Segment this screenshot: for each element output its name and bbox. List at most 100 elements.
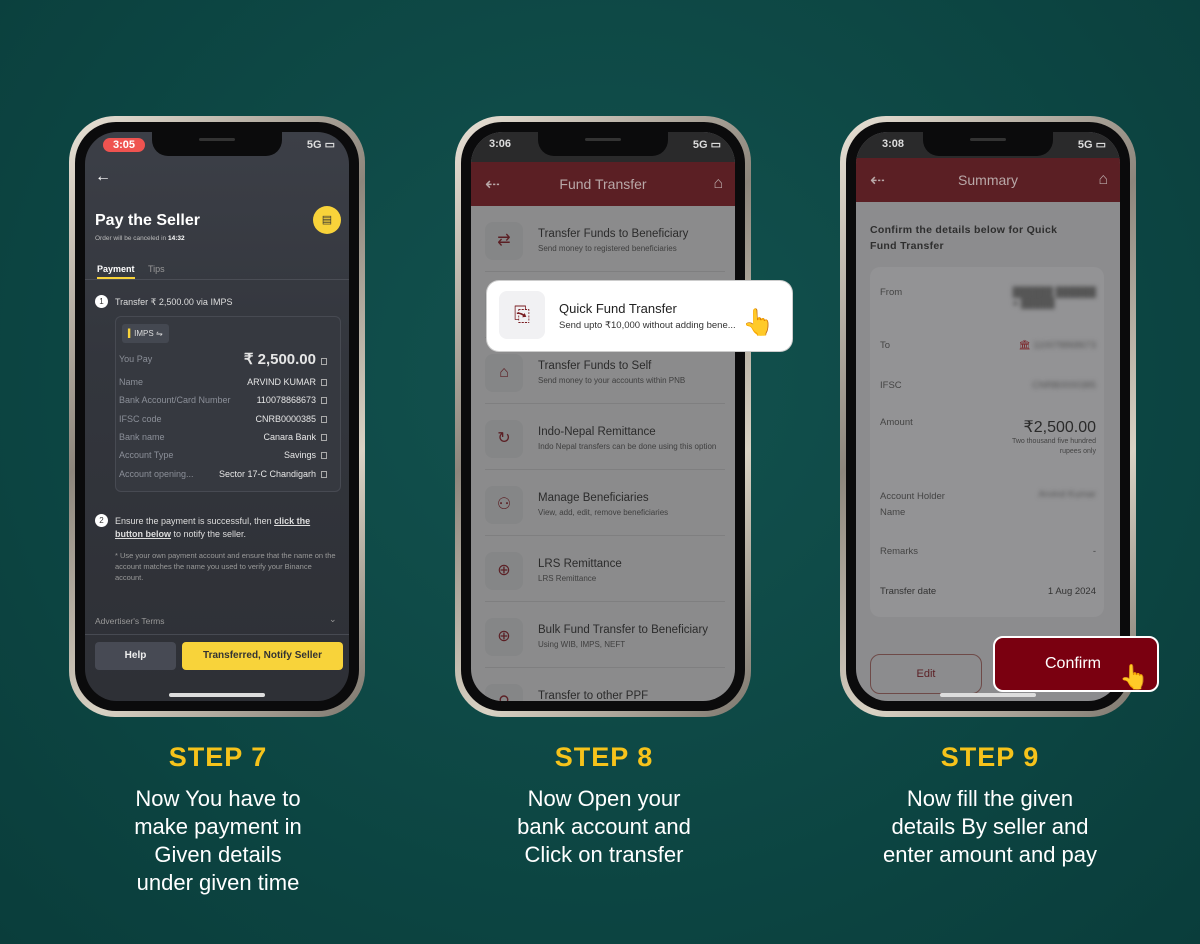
back-arrow-icon[interactable]: ⇠ — [870, 158, 885, 202]
quick-transfer-icon: ⎘ — [499, 291, 545, 339]
item-title: Manage Beneficiaries — [538, 492, 649, 504]
detail-value[interactable]: CNRB0000385 — [255, 414, 327, 424]
back-arrow-icon[interactable]: ← — [95, 168, 111, 186]
detail-row: Account Type Savings — [119, 450, 327, 460]
step-2-badge: 2 — [95, 514, 108, 527]
menu-item[interactable]: ⚇ Manage Beneficiaries View, add, edit, re… — [485, 480, 725, 536]
item-subtitle: Send upto ₹10,000 without adding bene... — [559, 320, 736, 331]
amount-row: Amount ₹2,500.00 Two thousand five hundred… — [880, 417, 1096, 455]
step-title: STEP 7 — [168, 742, 268, 772]
phone-step9: 3:08 5G ▭ ⇠ Summary ⌂ Confirm the details … — [840, 116, 1136, 717]
quick-fund-transfer-highlight[interactable]: ⎘ Quick Fund Transfer Send upto ₹10,000 … — [487, 281, 792, 351]
pointing-hand-icon: 👆 — [1119, 664, 1149, 691]
detail-label: Bank Account/Card Number — [119, 395, 231, 406]
item-title: Transfer to other PPF — [538, 690, 649, 701]
page-title: Pay the Seller — [95, 212, 200, 229]
globe-icon: ⊕ — [485, 552, 523, 590]
item-title: Transfer Funds to Self — [538, 360, 652, 372]
step-1-badge: 1 — [95, 295, 108, 308]
detail-value[interactable]: Sector 17-C Chandigarh — [219, 469, 327, 479]
detail-value[interactable]: 110078868673 — [257, 395, 327, 405]
pointing-hand-icon: 👆 — [742, 307, 775, 337]
step-description: Now fill the given details By seller and e… — [882, 786, 1098, 867]
notify-seller-button[interactable]: Transferred, Notify Seller — [182, 642, 343, 670]
home-icon[interactable]: ⌂ — [1098, 158, 1108, 202]
summary-heading: Confirm the details below for Quick Fund… — [870, 224, 1058, 252]
home-icon[interactable]: ⌂ — [713, 162, 723, 206]
detail-label: Account opening... — [119, 468, 194, 479]
chat-icon[interactable]: ▤ — [313, 206, 341, 234]
back-arrow-icon[interactable]: ⇠ — [485, 162, 500, 206]
detail-row: Account opening... Sector 17-C Chandigarh — [119, 469, 327, 479]
confirm-button[interactable]: Confirm 👆 — [993, 636, 1159, 692]
copy-icon[interactable] — [321, 452, 327, 460]
bank-self-icon: ⌂ — [485, 354, 523, 392]
divider — [85, 279, 349, 280]
header: ⇠ Fund Transfer ⌂ — [471, 162, 735, 206]
step-7-caption: STEP 7 Now You have to make payment in Give… — [58, 742, 378, 897]
notch — [152, 132, 282, 156]
detail-value[interactable]: ARVIND KUMAR — [247, 377, 327, 387]
copy-icon[interactable] — [321, 379, 327, 386]
item-subtitle: View, add, edit, remove beneficiaries — [538, 508, 669, 517]
summary-screen: 3:08 5G ▭ ⇠ Summary ⌂ Confirm the details … — [856, 132, 1120, 701]
step-title: STEP 8 — [554, 742, 654, 772]
status-network: 5G ▭ — [692, 139, 721, 151]
menu-item[interactable]: ⚲ Transfer to other PPF — [485, 678, 725, 701]
item-title: Quick Fund Transfer — [559, 301, 677, 316]
item-subtitle: LRS Remittance — [538, 574, 597, 583]
chevron-down-icon[interactable]: ⌄ — [329, 614, 337, 625]
you-pay-row: You Pay ₹ 2,500.00 — [119, 351, 327, 368]
step-2-text: Ensure the payment is successful, then c… — [115, 516, 311, 539]
detail-row: IFSC code CNRB0000385 — [119, 414, 327, 424]
copy-icon[interactable] — [321, 397, 327, 405]
fund-transfer-screen: 3:06 5G ▭ ⇠ Fund Transfer ⌂ ⇄ Transfer Fund… — [471, 132, 735, 701]
holder-row: Account Holder Name Arvind Kumar — [880, 489, 1096, 518]
edit-button[interactable]: Edit — [870, 654, 982, 694]
tab-tips[interactable]: Tips — [148, 264, 165, 274]
advertiser-terms[interactable]: Advertiser's Terms — [95, 616, 164, 626]
item-title: Bulk Fund Transfer to Beneficiary — [538, 624, 709, 636]
help-button[interactable]: Help — [95, 642, 176, 670]
imps-method-selector[interactable]: ▍IMPS ⇋ — [122, 324, 169, 343]
from-row: From ██████ ██████ ● █████ — [880, 287, 1096, 309]
menu-item[interactable]: ↻ Indo-Nepal Remittance Indo Nepal transfe… — [485, 414, 725, 470]
notch — [538, 132, 668, 156]
globe-icon: ⊕ — [485, 618, 523, 656]
copy-icon[interactable] — [321, 470, 327, 478]
phone-step8: 3:06 5G ▭ ⇠ Fund Transfer ⌂ ⇄ Transfer Fund… — [455, 116, 751, 717]
detail-label: Account Type — [119, 450, 174, 461]
step-title: STEP 9 — [940, 742, 1040, 772]
user-gear-icon: ⚇ — [485, 486, 523, 524]
copy-icon[interactable] — [321, 433, 327, 441]
item-subtitle: Send money to your accounts within PNB — [538, 376, 686, 385]
to-row: To 🏛 110078868673 — [880, 340, 1096, 351]
ifsc-row: IFSC CNRB0000385 — [880, 380, 1096, 391]
status-time: 3:05 — [103, 138, 146, 152]
detail-value[interactable]: Canara Bank — [263, 432, 327, 442]
menu-item[interactable]: ⌂ Transfer Funds to Self Send money to you… — [485, 348, 725, 404]
cancel-countdown: Order will be canceled in 14:32 — [95, 235, 185, 242]
account-note: * Use your own payment account and ensur… — [115, 551, 336, 582]
ppf-icon: ⚲ — [485, 684, 523, 701]
detail-row: Name ARVIND KUMAR — [119, 377, 327, 387]
item-subtitle: Send money to registered beneficiaries — [538, 244, 677, 253]
binance-pay-screen: 3:05 5G ▭ ← Pay the Seller Order will be… — [85, 132, 349, 701]
menu-item[interactable]: ⊕ LRS Remittance LRS Remittance — [485, 546, 725, 602]
phone-step7: 3:05 5G ▭ ← Pay the Seller Order will be… — [69, 116, 365, 717]
item-title: LRS Remittance — [538, 558, 622, 570]
detail-label: Bank name — [119, 431, 165, 442]
exchange-icon: ↻ — [485, 420, 523, 458]
detail-label: Name — [119, 377, 144, 387]
menu-item[interactable]: ⇄ Transfer Funds to Beneficiary Send money… — [485, 216, 725, 272]
detail-value[interactable]: Savings — [284, 450, 327, 460]
divider — [85, 634, 349, 635]
menu-item[interactable]: ⊕ Bulk Fund Transfer to Beneficiary Using … — [485, 612, 725, 668]
detail-row: Bank name Canara Bank — [119, 432, 327, 442]
copy-icon[interactable] — [321, 415, 327, 423]
date-row: Transfer date 1 Aug 2024 — [880, 586, 1096, 597]
tab-payment[interactable]: Payment — [97, 264, 135, 279]
item-subtitle: Using WIB, IMPS, NEFT — [538, 640, 626, 649]
header-title: Summary — [958, 172, 1018, 188]
home-indicator — [940, 693, 1036, 697]
